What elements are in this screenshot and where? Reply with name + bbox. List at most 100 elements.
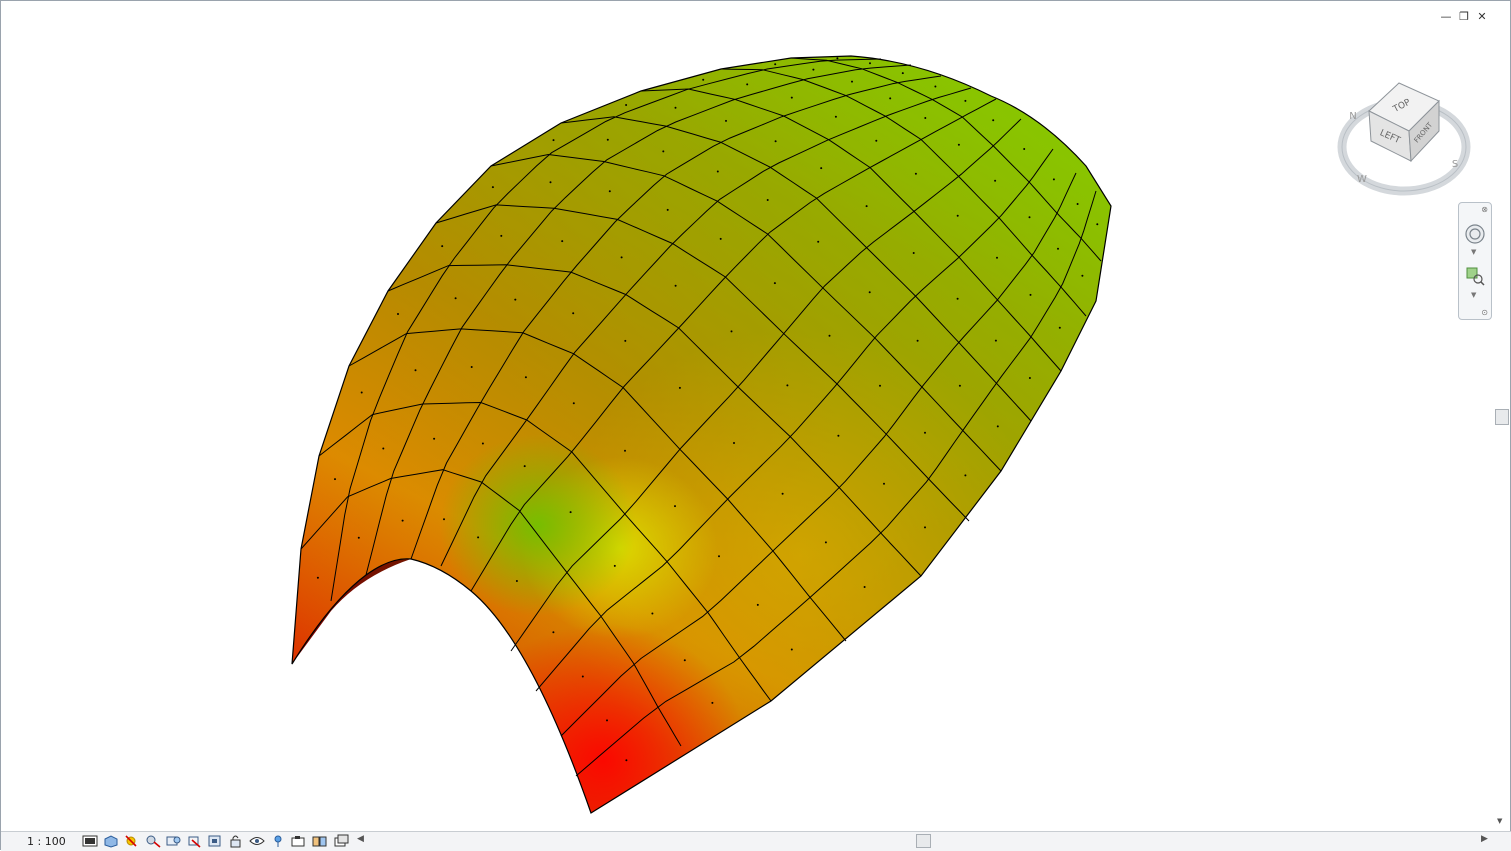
steering-wheel-icon[interactable] [1464, 223, 1486, 245]
panel-center-node [718, 555, 720, 558]
panel-center-node [401, 519, 404, 522]
view-control-bar: 1 : 100 ◀ ▶ [1, 831, 1511, 851]
steering-wheel-dropdown-icon[interactable]: ▼ [1471, 248, 1476, 256]
panel-center-node [561, 240, 564, 243]
panel-center-node [828, 334, 831, 337]
panel-center-node [725, 119, 727, 122]
panel-center-node [996, 425, 999, 428]
panel-center-node [624, 339, 627, 342]
panel-center-node [889, 97, 892, 100]
panel-center-node [996, 256, 998, 259]
panel-center-node [1028, 377, 1031, 379]
unlock-3d-view-icon[interactable] [228, 834, 244, 848]
close-view-button[interactable]: ✕ [1475, 10, 1489, 24]
panel-center-node [820, 167, 823, 170]
highlight-displacement-icon[interactable] [312, 834, 328, 848]
panel-center-node [824, 541, 827, 544]
panel-center-node [524, 376, 527, 379]
panel-center-node [608, 190, 611, 193]
panel-center-node [711, 701, 714, 704]
panel-center-node [812, 68, 815, 71]
3d-view-canvas[interactable]: — ❐ ✕ TOP LEFT FRONT N W S ⊗ ▼ ▼ ⊙ ▼ 1:… [0, 0, 1511, 851]
sun-path-icon[interactable] [123, 834, 139, 848]
panel-center-node [964, 474, 967, 477]
panel-center-node [678, 386, 681, 389]
panel-center-node [868, 291, 871, 294]
panel-center-node [773, 282, 776, 285]
panel-center-node [397, 313, 399, 315]
panel-center-node [912, 252, 915, 254]
panel-center-node [552, 139, 555, 142]
panel-center-node [549, 181, 552, 184]
panel-center-node [477, 536, 480, 539]
panel-center-node [620, 256, 623, 259]
panel-center-node [500, 234, 503, 237]
panel-center-node [956, 297, 959, 300]
panel-center-node [786, 384, 789, 387]
visual-style-icon[interactable] [103, 834, 119, 848]
panel-center-node [756, 603, 759, 606]
panel-center-node [651, 612, 654, 615]
panel-center-node [702, 78, 705, 81]
panel-center-node [914, 172, 917, 175]
compass-north-label: N [1349, 111, 1356, 122]
scroll-down-arrow-icon[interactable]: ▼ [1497, 817, 1502, 825]
crop-view-icon[interactable] [186, 834, 202, 848]
panel-center-node [957, 143, 960, 146]
panel-center-node [716, 170, 719, 173]
rendering-icon[interactable] [165, 834, 181, 848]
panel-center-node [606, 719, 608, 722]
panel-center-node [674, 505, 676, 508]
panel-center-node [360, 391, 363, 394]
panel-center-node [1029, 293, 1032, 296]
panel-center-node [790, 648, 793, 651]
panel-center-node [994, 339, 997, 342]
shadows-icon[interactable] [145, 834, 161, 848]
panel-center-node [515, 580, 518, 582]
viewcube[interactable]: TOP LEFT FRONT N W S [1337, 79, 1471, 197]
panel-center-node [865, 205, 868, 208]
panel-center-node [1076, 203, 1079, 205]
zoom-dropdown-icon[interactable]: ▼ [1471, 291, 1476, 299]
panel-center-node [470, 366, 473, 368]
panel-center-node [1058, 326, 1061, 329]
navbar-close-icon[interactable]: ⊗ [1481, 205, 1488, 214]
vertical-scrollbar-thumb[interactable] [1495, 409, 1509, 425]
divided-surface-model[interactable] [1, 1, 1511, 831]
panel-center-node [901, 72, 904, 75]
panel-center-node [1023, 148, 1026, 150]
panel-center-node [441, 245, 444, 248]
view-scale-label[interactable]: 1 : 100 [27, 835, 66, 848]
panel-center-node [613, 564, 616, 567]
reveal-hidden-icon[interactable] [270, 834, 286, 848]
panel-center-node [433, 437, 436, 440]
panel-center-node [781, 492, 784, 495]
panel-center-node [956, 214, 959, 217]
panel-center-node [572, 312, 575, 315]
temporary-hide-icon[interactable] [249, 834, 265, 848]
panel-center-node [625, 759, 628, 762]
panel-center-node [674, 106, 677, 109]
minimize-view-button[interactable]: — [1439, 10, 1453, 24]
panel-center-node [624, 449, 626, 452]
scroll-left-arrow-icon[interactable]: ◀ [357, 834, 364, 844]
panel-center-node [851, 80, 853, 83]
panel-center-node [817, 240, 820, 243]
analysis-display-icon[interactable] [291, 834, 307, 848]
panel-center-node [992, 119, 995, 122]
navbar-options-icon[interactable]: ⊙ [1481, 308, 1488, 317]
panel-center-node [606, 138, 609, 141]
panel-center-node [730, 330, 733, 333]
panel-center-node [481, 442, 484, 445]
compass-south-label: S [1452, 159, 1458, 170]
reveal-constraints-icon[interactable] [333, 834, 349, 848]
restore-view-button[interactable]: ❐ [1457, 10, 1471, 24]
zoom-region-icon[interactable] [1464, 265, 1486, 287]
panel-center-node [746, 83, 749, 86]
show-crop-region-icon[interactable] [207, 834, 223, 848]
detail-level-icon[interactable] [82, 834, 98, 848]
panel-center-node [836, 57, 839, 60]
horizontal-scrollbar-thumb[interactable] [916, 834, 931, 848]
scroll-right-arrow-icon[interactable]: ▶ [1481, 834, 1488, 844]
panel-center-node [863, 586, 866, 588]
